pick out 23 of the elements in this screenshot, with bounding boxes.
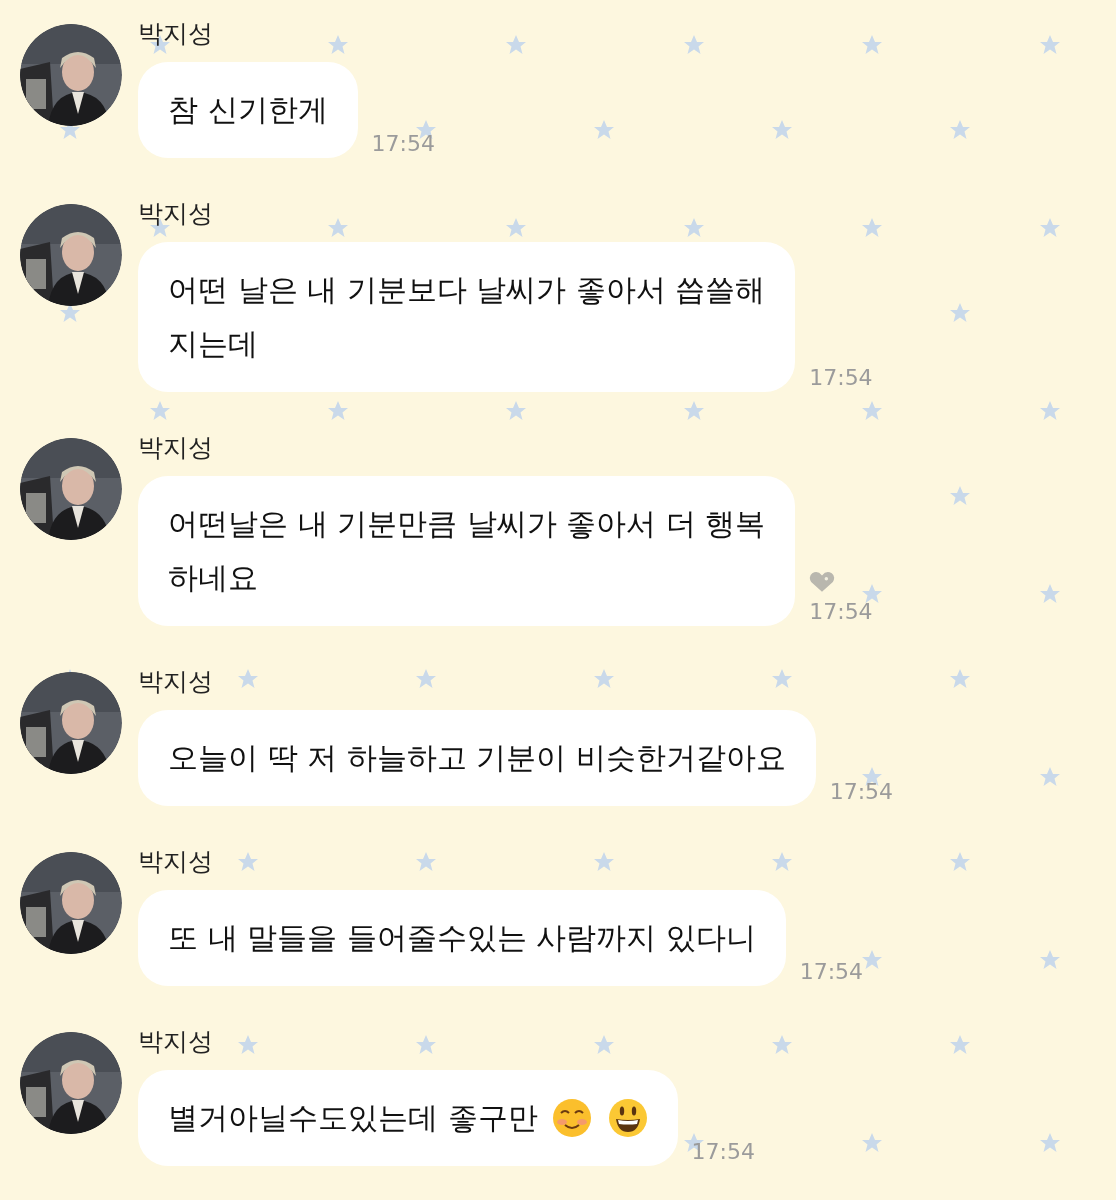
timestamp: 17:54 xyxy=(809,365,873,390)
timestamp: 17:54 xyxy=(371,131,435,156)
sender-name: 박지성 xyxy=(138,432,214,464)
heart-tag-icon[interactable] xyxy=(809,571,836,593)
timestamp: 17:54 xyxy=(691,1139,755,1164)
message-text: 참 신기한게 xyxy=(168,91,328,129)
message-text: 오늘이 딱 저 하늘하고 기분이 비슷한거같아요 xyxy=(168,739,786,777)
grinning-face-icon xyxy=(607,1098,648,1138)
sender-name: 박지성 xyxy=(138,198,214,230)
message-text: 별거아닐수도있는데 좋구만 xyxy=(168,1099,538,1137)
message-text: 또 내 말들을 들어줄수있는 사람까지 있다니 xyxy=(168,919,756,957)
message-text: 하네요 xyxy=(168,559,259,597)
message-text: 어떤날은 내 기분만큼 날씨가 좋아서 더 행복 xyxy=(168,505,766,543)
timestamp: 17:54 xyxy=(809,599,873,624)
smiling-face-icon xyxy=(551,1098,592,1138)
timestamp: 17:54 xyxy=(799,959,864,984)
sender-name: 박지성 xyxy=(138,1026,214,1058)
message-text: 지는데 xyxy=(168,325,259,363)
sender-name: 박지성 xyxy=(138,846,214,878)
message-text: 어떤 날은 내 기분보다 날씨가 좋아서 씁쓸해 xyxy=(168,271,766,309)
sender-name: 박지성 xyxy=(138,666,214,698)
timestamp: 17:54 xyxy=(829,779,894,804)
sender-name: 박지성 xyxy=(138,18,214,50)
